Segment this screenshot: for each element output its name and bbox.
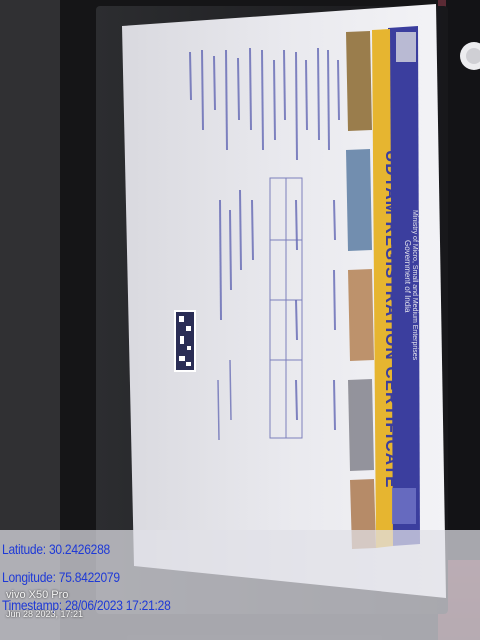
photo-scene: UDYAM REGISTRATION CERTIFICATE Governmen… xyxy=(0,0,480,640)
ministry-line: Ministry of Micro, Small and Medium Ente… xyxy=(411,210,418,361)
right-dark-panel xyxy=(446,0,480,560)
longitude-label: Longitude: xyxy=(2,569,56,585)
camera-datetime-watermark: Jun 28 2023, 17:21 xyxy=(6,609,84,619)
certificate-title: UDYAM REGISTRATION CERTIFICATE xyxy=(382,150,401,489)
camera-model-watermark: vivo X50 Pro xyxy=(6,589,69,601)
latitude-value: 30.2426288 xyxy=(48,541,110,557)
govt-line: Government of India xyxy=(403,240,412,313)
photo-strip-top xyxy=(346,31,372,131)
longitude-value: 75.8422079 xyxy=(58,569,120,585)
latitude-label: Latitude: xyxy=(2,541,46,557)
emblem-icon xyxy=(396,32,416,62)
qr-code-icon xyxy=(174,310,196,372)
latitude-line: Latitude: 30.2426288 xyxy=(2,541,110,557)
longitude-line: Longitude: 75.8422079 xyxy=(2,569,120,585)
logo-icon xyxy=(392,488,416,524)
